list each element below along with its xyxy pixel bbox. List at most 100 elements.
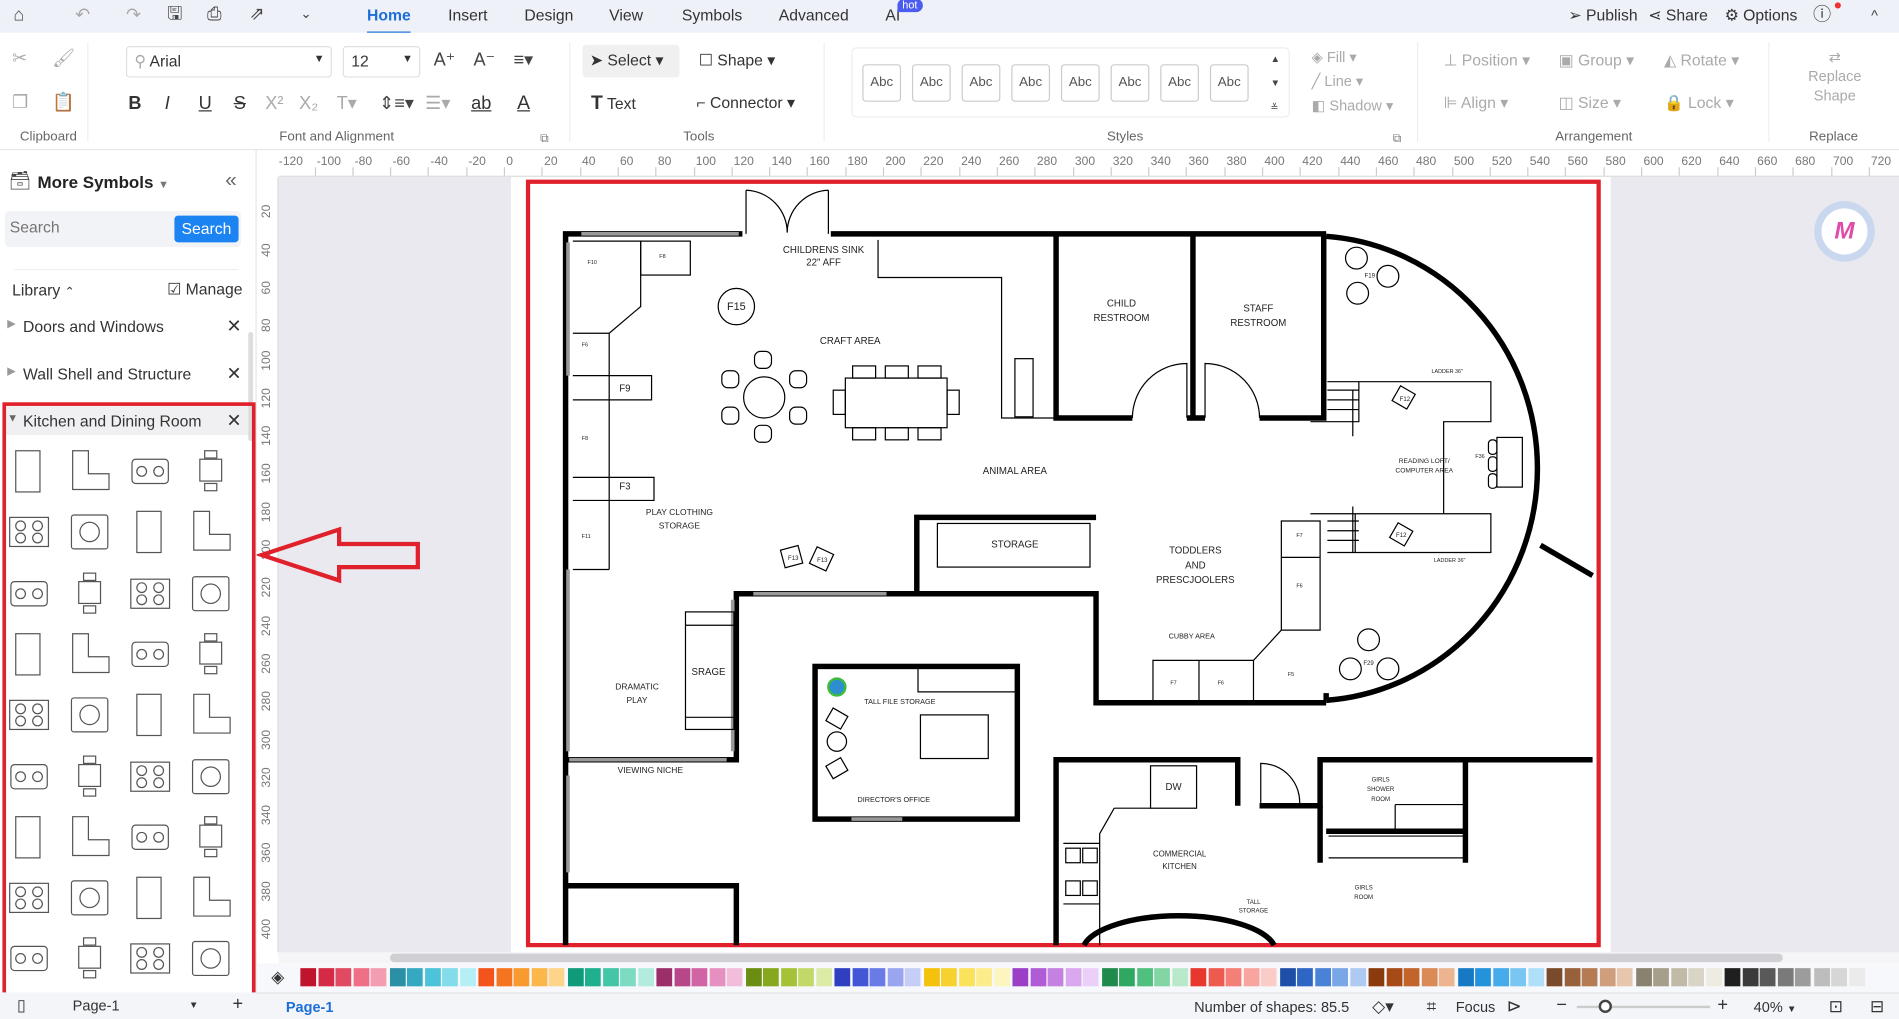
color-swatch[interactable]	[674, 968, 690, 987]
color-swatch[interactable]	[300, 968, 317, 987]
color-swatch[interactable]	[1831, 968, 1848, 987]
zoom-level[interactable]: 40% ▼	[1754, 998, 1797, 1015]
layers-icon[interactable]: ◇▾	[1372, 996, 1394, 1017]
horizontal-scrollbar[interactable]	[389, 953, 1783, 963]
color-swatch[interactable]	[1813, 968, 1830, 987]
color-swatch[interactable]	[994, 968, 1010, 987]
color-swatch[interactable]	[1742, 968, 1759, 987]
color-swatch[interactable]	[460, 968, 476, 987]
color-swatch[interactable]	[1261, 968, 1277, 987]
color-swatch[interactable]	[513, 968, 530, 987]
color-swatch[interactable]	[691, 968, 708, 987]
color-swatch[interactable]	[1136, 968, 1153, 987]
color-swatch[interactable]	[567, 968, 584, 987]
color-swatch[interactable]	[1368, 968, 1385, 987]
color-swatch[interactable]	[1492, 968, 1509, 987]
color-swatch[interactable]	[1724, 968, 1741, 987]
color-swatch[interactable]	[1172, 968, 1188, 987]
color-swatch[interactable]	[1564, 968, 1580, 987]
color-swatch[interactable]	[318, 968, 334, 987]
zoom-out-icon[interactable]: −	[1556, 995, 1567, 1016]
color-swatch[interactable]	[1225, 968, 1242, 987]
color-swatch[interactable]	[442, 968, 459, 987]
add-page-icon[interactable]: +	[233, 994, 244, 1015]
floor-plan[interactable]: CHILDRENS SINK22" AFF F15 CRAFT AREA ANI…	[0, 0, 1899, 952]
color-swatch[interactable]	[745, 968, 762, 987]
color-swatch[interactable]	[620, 968, 637, 987]
color-swatch[interactable]	[1599, 968, 1616, 987]
color-swatch[interactable]	[1332, 968, 1349, 987]
play-icon[interactable]: ⊳	[1507, 995, 1522, 1017]
color-swatch[interactable]	[549, 968, 565, 987]
color-swatch[interactable]	[478, 968, 495, 987]
color-swatch[interactable]	[1546, 968, 1563, 987]
focus-button[interactable]: Focus	[1456, 998, 1496, 1015]
color-swatch[interactable]	[371, 968, 387, 987]
zoom-in-icon[interactable]: +	[1717, 995, 1728, 1016]
color-swatch[interactable]	[1475, 968, 1491, 987]
color-swatch[interactable]	[1101, 968, 1118, 987]
fill-bucket-icon[interactable]: ◈	[271, 967, 284, 988]
color-swatch[interactable]	[1759, 968, 1776, 987]
color-swatch[interactable]	[1314, 968, 1331, 987]
color-swatch[interactable]	[1279, 968, 1296, 987]
color-swatch[interactable]	[424, 968, 441, 987]
color-swatch[interactable]	[1083, 968, 1099, 987]
focus-icon[interactable]: ⌗	[1427, 996, 1437, 1017]
color-swatch[interactable]	[531, 968, 548, 987]
color-swatch[interactable]	[923, 968, 940, 987]
color-swatch[interactable]	[602, 968, 619, 987]
color-swatch[interactable]	[585, 968, 601, 987]
color-swatch[interactable]	[335, 968, 352, 987]
color-swatch[interactable]	[976, 968, 993, 987]
color-swatch[interactable]	[389, 968, 406, 987]
color-swatch[interactable]	[656, 968, 673, 987]
color-swatch[interactable]	[727, 968, 743, 987]
page-select[interactable]: Page-1 ▼	[73, 997, 199, 1014]
color-swatch[interactable]	[1030, 968, 1046, 987]
color-swatch[interactable]	[709, 968, 726, 987]
color-swatch[interactable]	[638, 968, 654, 987]
color-swatch[interactable]	[1848, 968, 1865, 987]
color-swatch[interactable]	[1635, 968, 1652, 987]
color-swatch[interactable]	[1119, 968, 1135, 987]
color-swatch[interactable]	[1653, 968, 1670, 987]
page-panel-icon[interactable]: ▯	[17, 996, 26, 1015]
zoom-slider-handle[interactable]	[1598, 999, 1612, 1013]
color-swatch[interactable]	[1670, 968, 1687, 987]
color-swatch[interactable]	[1457, 968, 1474, 987]
color-swatch[interactable]	[958, 968, 975, 987]
color-swatch[interactable]	[1012, 968, 1029, 987]
color-swatch[interactable]	[1688, 968, 1705, 987]
color-swatch[interactable]	[1386, 968, 1402, 987]
color-swatch[interactable]	[1777, 968, 1794, 987]
color-swatch[interactable]	[1190, 968, 1207, 987]
color-swatch[interactable]	[1528, 968, 1545, 987]
fullscreen-icon[interactable]: ⊟	[1870, 996, 1884, 1017]
color-swatch[interactable]	[1510, 968, 1527, 987]
color-swatch[interactable]	[1581, 968, 1598, 987]
color-swatch[interactable]	[1154, 968, 1171, 987]
zoom-slider[interactable]	[1576, 999, 1711, 1013]
color-swatch[interactable]	[941, 968, 957, 987]
color-swatch[interactable]	[496, 968, 512, 987]
color-swatch[interactable]	[869, 968, 886, 987]
color-swatch[interactable]	[834, 968, 851, 987]
color-swatch[interactable]	[1297, 968, 1313, 987]
color-swatch[interactable]	[407, 968, 423, 987]
color-swatch[interactable]	[1617, 968, 1634, 987]
color-swatch[interactable]	[1065, 968, 1082, 987]
color-swatch[interactable]	[798, 968, 815, 987]
color-swatch[interactable]	[780, 968, 797, 987]
color-swatch[interactable]	[1421, 968, 1438, 987]
color-swatch[interactable]	[1403, 968, 1420, 987]
color-swatch[interactable]	[1208, 968, 1224, 987]
color-swatch[interactable]	[887, 968, 904, 987]
color-swatch[interactable]	[905, 968, 921, 987]
color-swatch[interactable]	[353, 968, 370, 987]
color-swatch[interactable]	[1439, 968, 1456, 987]
page-tab[interactable]: Page-1	[286, 998, 334, 1015]
color-swatch[interactable]	[1047, 968, 1064, 987]
color-swatch[interactable]	[852, 968, 868, 987]
color-swatch[interactable]	[1795, 968, 1812, 987]
